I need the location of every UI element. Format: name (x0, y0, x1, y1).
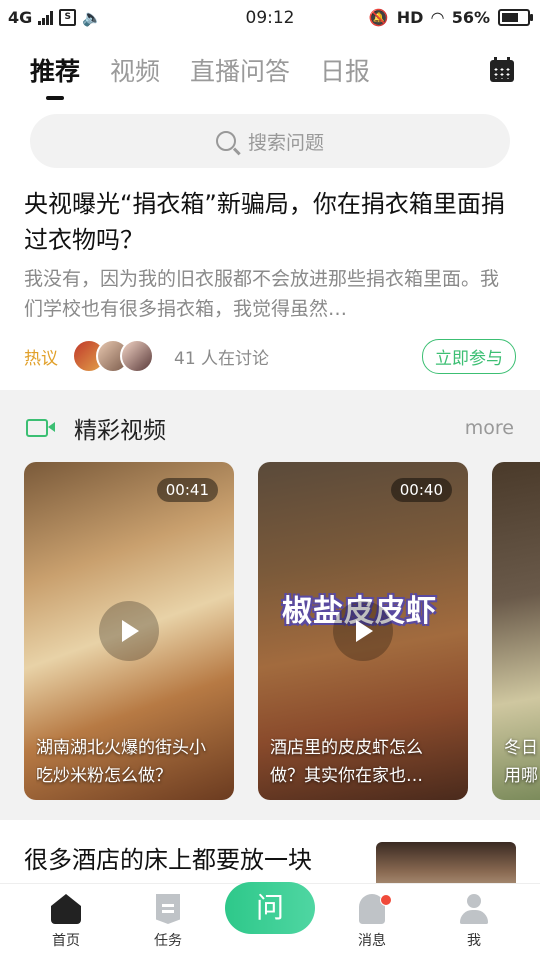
search-icon (215, 131, 236, 151)
search-placeholder: 搜索问题 (247, 131, 324, 154)
video-caption: 酒店里的皮皮虾怎么做？其实你在家也… (270, 738, 423, 786)
question-card[interactable]: 央视曝光“捐衣箱”新骗局，你在捐衣箱里面捐过衣物吗？ 我没有，因为我的旧衣服都不… (24, 186, 516, 324)
tab-messages-label: 消息 (358, 933, 386, 949)
question-title[interactable]: 央视曝光“捐衣箱”新骗局，你在捐衣箱里面捐过衣物吗？ (24, 186, 516, 258)
section-header: 精彩视频 more (26, 412, 514, 444)
user-icon (459, 894, 489, 924)
discussion-count: 41 人在讨论 (174, 348, 270, 369)
bottom-tab-bar: 首页 任务 问 消息 我 (0, 882, 540, 960)
video-camera-icon (26, 419, 55, 437)
play-icon[interactable] (99, 601, 159, 661)
tab-daily[interactable]: 日报 (320, 52, 370, 88)
tab-task-label: 任务 (154, 933, 182, 949)
ask-button[interactable]: 问 (225, 882, 315, 934)
video-caption: 冬日用哪 (504, 738, 538, 786)
video-duration: 00:40 (390, 478, 452, 502)
mute-bell-icon: 🔕 (368, 8, 389, 27)
participant-avatars (72, 339, 154, 373)
tab-recommend[interactable]: 推荐 (30, 52, 80, 100)
tab-home-label: 首页 (52, 933, 80, 949)
home-icon (51, 894, 81, 924)
hd-label: HD (396, 8, 424, 27)
play-icon[interactable] (333, 601, 393, 661)
tab-home[interactable]: 首页 (26, 894, 106, 950)
join-button[interactable]: 立即参与 (422, 338, 516, 374)
tab-me-label: 我 (467, 933, 481, 949)
search-bar[interactable]: 搜索问题 (30, 114, 510, 168)
hot-tag: 热议 (24, 348, 58, 369)
question-meta: 热议 41 人在讨论 立即参与 (24, 338, 516, 374)
video-card[interactable]: 00:40 椒盐皮皮虾 酒店里的皮皮虾怎么做？其实你在家也… (258, 462, 468, 800)
wifi-icon: ◠ (431, 8, 444, 27)
tab-messages[interactable]: 消息 (332, 894, 412, 950)
tab-live-qa[interactable]: 直播问答 (190, 52, 290, 88)
unread-dot (380, 894, 392, 906)
top-tabs: 推荐 视频 直播问答 日报 (30, 52, 370, 100)
task-icon (156, 894, 180, 924)
tab-video[interactable]: 视频 (110, 52, 160, 88)
tab-me[interactable]: 我 (434, 894, 514, 950)
video-card[interactable]: 冬日用哪 (492, 462, 540, 800)
more-link[interactable]: more (465, 417, 514, 439)
battery-icon (498, 9, 533, 26)
video-caption: 湖南湖北火爆的街头小吃炒米粉怎么做？ (36, 738, 206, 786)
calendar-icon[interactable] (490, 57, 514, 82)
featured-videos-section: 精彩视频 more 00:41 湖南湖北火爆的街头小吃炒米粉怎么做？ 00:40… (0, 390, 540, 820)
section-title: 精彩视频 (74, 418, 166, 444)
status-bar: 4G S 🔈 09:12 🔕 HD ◠ 56% (0, 0, 540, 36)
avatar (120, 339, 154, 373)
tab-task[interactable]: 任务 (128, 894, 208, 950)
battery-level: 56% (451, 8, 490, 27)
video-card[interactable]: 00:41 湖南湖北火爆的街头小吃炒米粉怎么做？ (24, 462, 234, 800)
video-duration: 00:41 (156, 478, 218, 502)
question-excerpt: 我没有，因为我的旧衣服都不会放进那些捐衣箱里面。我们学校也有很多捐衣箱，我觉得虽… (24, 268, 500, 320)
